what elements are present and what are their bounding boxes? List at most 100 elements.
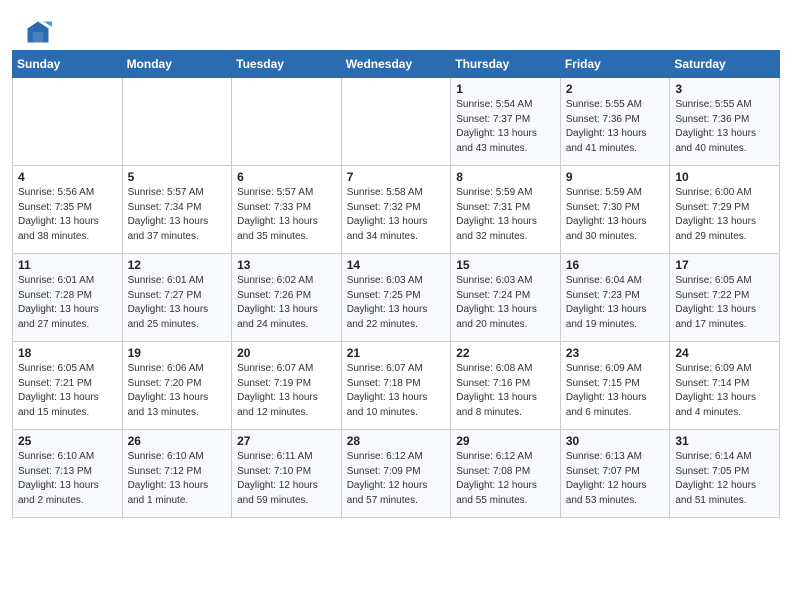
day-header-saturday: Saturday <box>670 51 780 78</box>
day-info: Sunrise: 5:57 AMSunset: 7:34 PMDaylight:… <box>128 186 227 244</box>
day-info: Sunrise: 5:56 AMSunset: 7:35 PMDaylight:… <box>18 186 117 244</box>
day-header-friday: Friday <box>560 51 670 78</box>
day-info: Sunrise: 6:03 AMSunset: 7:24 PMDaylight:… <box>456 274 555 332</box>
calendar-cell <box>13 78 123 166</box>
day-info: Sunrise: 6:11 AMSunset: 7:10 PMDaylight:… <box>237 450 336 508</box>
calendar-cell: 1 Sunrise: 5:54 AMSunset: 7:37 PMDaylight… <box>451 78 561 166</box>
day-number: 26 <box>128 434 227 448</box>
page-header <box>0 0 792 50</box>
day-info: Sunrise: 5:54 AMSunset: 7:37 PMDaylight:… <box>456 98 555 156</box>
calendar-cell: 16Sunrise: 6:04 AMSunset: 7:23 PMDayligh… <box>560 254 670 342</box>
day-info: Sunrise: 6:01 AMSunset: 7:28 PMDaylight:… <box>18 274 117 332</box>
day-number: 1 <box>456 82 555 96</box>
calendar-cell: 14Sunrise: 6:03 AMSunset: 7:25 PMDayligh… <box>341 254 451 342</box>
calendar-cell: 19Sunrise: 6:06 AMSunset: 7:20 PMDayligh… <box>122 342 232 430</box>
calendar-cell: 17 Sunrise: 6:05 AMSunset: 7:22 PMDayligh… <box>670 254 780 342</box>
day-number: 24 <box>675 346 774 360</box>
day-number: 3 <box>675 82 774 96</box>
day-number: 5 <box>128 170 227 184</box>
calendar-cell: 30Sunrise: 6:13 AMSunset: 7:07 PMDayligh… <box>560 430 670 518</box>
day-info: Sunrise: 6:01 AMSunset: 7:27 PMDaylight:… <box>128 274 227 332</box>
day-header-monday: Monday <box>122 51 232 78</box>
calendar-cell: 28 Sunrise: 6:12 AMSunset: 7:09 PMDayligh… <box>341 430 451 518</box>
day-info: Sunrise: 5:59 AMSunset: 7:30 PMDaylight:… <box>566 186 665 244</box>
calendar-week-1: 1 Sunrise: 5:54 AMSunset: 7:37 PMDaylight… <box>13 78 780 166</box>
calendar-cell: 27 Sunrise: 6:11 AMSunset: 7:10 PMDayligh… <box>232 430 342 518</box>
calendar-header-row: SundayMondayTuesdayWednesdayThursdayFrid… <box>13 51 780 78</box>
day-number: 20 <box>237 346 336 360</box>
day-number: 10 <box>675 170 774 184</box>
day-number: 4 <box>18 170 117 184</box>
day-number: 15 <box>456 258 555 272</box>
day-number: 23 <box>566 346 665 360</box>
calendar-cell: 21 Sunrise: 6:07 AMSunset: 7:18 PMDayligh… <box>341 342 451 430</box>
day-info: Sunrise: 6:13 AMSunset: 7:07 PMDaylight:… <box>566 450 665 508</box>
day-header-tuesday: Tuesday <box>232 51 342 78</box>
calendar-cell: 26 Sunrise: 6:10 AMSunset: 7:12 PMDayligh… <box>122 430 232 518</box>
calendar-cell: 24 Sunrise: 6:09 AMSunset: 7:14 PMDayligh… <box>670 342 780 430</box>
day-number: 22 <box>456 346 555 360</box>
day-info: Sunrise: 5:55 AMSunset: 7:36 PMDaylight:… <box>675 98 774 156</box>
day-number: 9 <box>566 170 665 184</box>
day-number: 13 <box>237 258 336 272</box>
day-number: 28 <box>347 434 446 448</box>
calendar-cell: 29Sunrise: 6:12 AMSunset: 7:08 PMDayligh… <box>451 430 561 518</box>
day-info: Sunrise: 6:00 AMSunset: 7:29 PMDaylight:… <box>675 186 774 244</box>
day-header-wednesday: Wednesday <box>341 51 451 78</box>
calendar-cell: 9 Sunrise: 5:59 AMSunset: 7:30 PMDaylight… <box>560 166 670 254</box>
calendar-cell: 31 Sunrise: 6:14 AMSunset: 7:05 PMDayligh… <box>670 430 780 518</box>
day-number: 18 <box>18 346 117 360</box>
day-header-sunday: Sunday <box>13 51 123 78</box>
calendar-week-3: 11 Sunrise: 6:01 AMSunset: 7:28 PMDayligh… <box>13 254 780 342</box>
calendar-wrap: SundayMondayTuesdayWednesdayThursdayFrid… <box>0 50 792 530</box>
calendar-cell: 10 Sunrise: 6:00 AMSunset: 7:29 PMDayligh… <box>670 166 780 254</box>
day-number: 2 <box>566 82 665 96</box>
day-info: Sunrise: 6:07 AMSunset: 7:19 PMDaylight:… <box>237 362 336 420</box>
day-number: 12 <box>128 258 227 272</box>
calendar-cell: 4 Sunrise: 5:56 AMSunset: 7:35 PMDaylight… <box>13 166 123 254</box>
day-number: 27 <box>237 434 336 448</box>
day-info: Sunrise: 6:02 AMSunset: 7:26 PMDaylight:… <box>237 274 336 332</box>
calendar-cell: 13 Sunrise: 6:02 AMSunset: 7:26 PMDayligh… <box>232 254 342 342</box>
day-info: Sunrise: 6:09 AMSunset: 7:14 PMDaylight:… <box>675 362 774 420</box>
logo <box>24 18 56 46</box>
day-number: 11 <box>18 258 117 272</box>
calendar-cell: 22Sunrise: 6:08 AMSunset: 7:16 PMDayligh… <box>451 342 561 430</box>
calendar-cell: 11 Sunrise: 6:01 AMSunset: 7:28 PMDayligh… <box>13 254 123 342</box>
day-number: 14 <box>347 258 446 272</box>
calendar-cell: 2 Sunrise: 5:55 AMSunset: 7:36 PMDaylight… <box>560 78 670 166</box>
day-number: 31 <box>675 434 774 448</box>
calendar-week-2: 4 Sunrise: 5:56 AMSunset: 7:35 PMDaylight… <box>13 166 780 254</box>
day-info: Sunrise: 6:05 AMSunset: 7:21 PMDaylight:… <box>18 362 117 420</box>
calendar-cell: 15 Sunrise: 6:03 AMSunset: 7:24 PMDayligh… <box>451 254 561 342</box>
logo-icon <box>24 18 52 46</box>
day-info: Sunrise: 6:07 AMSunset: 7:18 PMDaylight:… <box>347 362 446 420</box>
day-info: Sunrise: 5:55 AMSunset: 7:36 PMDaylight:… <box>566 98 665 156</box>
calendar-cell: 7 Sunrise: 5:58 AMSunset: 7:32 PMDaylight… <box>341 166 451 254</box>
calendar-cell <box>122 78 232 166</box>
day-info: Sunrise: 6:12 AMSunset: 7:09 PMDaylight:… <box>347 450 446 508</box>
calendar-cell: 5 Sunrise: 5:57 AMSunset: 7:34 PMDaylight… <box>122 166 232 254</box>
calendar-table: SundayMondayTuesdayWednesdayThursdayFrid… <box>12 50 780 518</box>
day-info: Sunrise: 6:04 AMSunset: 7:23 PMDaylight:… <box>566 274 665 332</box>
calendar-cell: 18 Sunrise: 6:05 AMSunset: 7:21 PMDayligh… <box>13 342 123 430</box>
day-number: 17 <box>675 258 774 272</box>
day-number: 25 <box>18 434 117 448</box>
day-number: 7 <box>347 170 446 184</box>
calendar-cell: 12 Sunrise: 6:01 AMSunset: 7:27 PMDayligh… <box>122 254 232 342</box>
calendar-cell: 20 Sunrise: 6:07 AMSunset: 7:19 PMDayligh… <box>232 342 342 430</box>
day-info: Sunrise: 5:58 AMSunset: 7:32 PMDaylight:… <box>347 186 446 244</box>
day-info: Sunrise: 6:10 AMSunset: 7:12 PMDaylight:… <box>128 450 227 508</box>
calendar-week-4: 18 Sunrise: 6:05 AMSunset: 7:21 PMDayligh… <box>13 342 780 430</box>
day-info: Sunrise: 6:05 AMSunset: 7:22 PMDaylight:… <box>675 274 774 332</box>
day-number: 21 <box>347 346 446 360</box>
day-info: Sunrise: 5:59 AMSunset: 7:31 PMDaylight:… <box>456 186 555 244</box>
calendar-cell <box>341 78 451 166</box>
calendar-cell: 23 Sunrise: 6:09 AMSunset: 7:15 PMDayligh… <box>560 342 670 430</box>
calendar-week-5: 25 Sunrise: 6:10 AMSunset: 7:13 PMDayligh… <box>13 430 780 518</box>
day-number: 19 <box>128 346 227 360</box>
calendar-cell <box>232 78 342 166</box>
day-info: Sunrise: 6:09 AMSunset: 7:15 PMDaylight:… <box>566 362 665 420</box>
day-info: Sunrise: 6:10 AMSunset: 7:13 PMDaylight:… <box>18 450 117 508</box>
day-info: Sunrise: 6:14 AMSunset: 7:05 PMDaylight:… <box>675 450 774 508</box>
